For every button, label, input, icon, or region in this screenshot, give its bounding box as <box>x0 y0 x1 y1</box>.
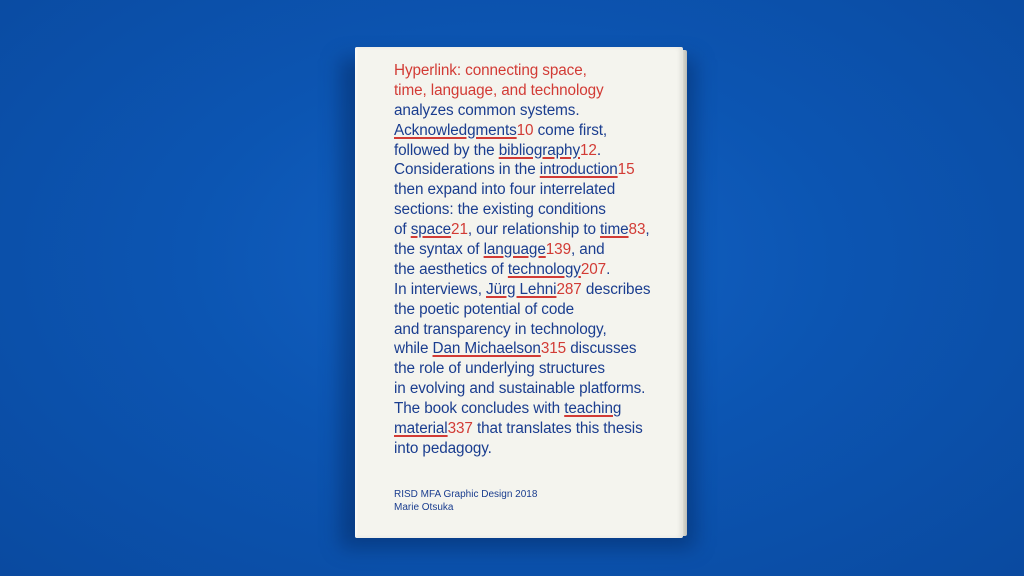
body-text: the syntax of <box>394 241 484 259</box>
lehni-page: 287 <box>556 280 582 298</box>
body-text: of <box>394 221 411 239</box>
body-text: , and <box>570 241 605 259</box>
body-text: followed by the <box>394 141 499 159</box>
material-page: 337 <box>447 420 473 438</box>
body-text: The book concludes with <box>394 400 565 418</box>
body-text: that translates this thesis <box>472 420 643 438</box>
body-text: In interviews, <box>394 280 487 298</box>
body-line-material: material337 that translates this thesis <box>394 419 679 439</box>
acknowledgments-link[interactable]: Acknowledgments <box>394 122 517 139</box>
body-line-13: the poetic potential of code <box>394 300 575 318</box>
acknowledgments-page: 10 <box>516 121 534 139</box>
body-text: while <box>394 340 433 358</box>
body-line-lehni: In interviews, Jürg Lehni287 describes <box>394 280 679 300</box>
body-line-technology: the aesthetics of technology207. <box>394 260 679 280</box>
space-link[interactable]: space <box>411 221 451 238</box>
introduction-link[interactable]: introduction <box>540 161 618 178</box>
body-line-16: the role of underlying structures <box>394 360 605 378</box>
body-text: the aesthetics of <box>394 260 508 278</box>
program-label: RISD MFA Graphic Design 2018 <box>394 489 538 500</box>
body-line-17: in evolving and sustainable platforms. <box>394 380 646 398</box>
body-text: Considerations in the <box>394 161 540 179</box>
lehni-link[interactable]: Jürg Lehni <box>486 281 557 298</box>
author-name: Marie Otsuka <box>394 502 454 513</box>
body-text: . <box>606 260 611 278</box>
body-text: , <box>645 221 650 239</box>
time-link[interactable]: time <box>600 221 629 238</box>
michaelson-page: 315 <box>540 340 567 358</box>
time-page: 83 <box>628 221 646 239</box>
cover-footer: RISD MFA Graphic Design 2018 Marie Otsuk… <box>394 488 537 514</box>
body-line-space-time: of space21, our relationship to time83, <box>394 220 679 240</box>
body-line-teaching: The book concludes with teaching <box>394 399 679 419</box>
bibliography-page: 12 <box>580 141 597 159</box>
introduction-page: 15 <box>617 161 635 179</box>
technology-link[interactable]: technology <box>508 261 581 278</box>
material-link[interactable]: material <box>394 420 448 437</box>
body-line-introduction: Considerations in the introduction15 <box>394 160 679 180</box>
body-line-bibliography: followed by the bibliography12. <box>394 141 679 161</box>
body-line-3: analyzes common systems. <box>394 101 580 119</box>
title-line-1: Hyperlink: connecting space, <box>394 62 587 79</box>
cover-text: Hyperlink: connecting space, time, langu… <box>394 61 679 459</box>
teaching-link[interactable]: teaching <box>564 400 621 417</box>
body-line-20: into pedagogy. <box>394 439 492 457</box>
body-line-14: and transparency in technology, <box>394 320 607 338</box>
body-text: discusses <box>566 340 637 358</box>
body-line-7: then expand into four interrelated <box>394 181 616 199</box>
body-line-8: sections: the existing conditions <box>394 201 606 219</box>
language-link[interactable]: language <box>484 241 546 258</box>
space-page: 21 <box>451 221 468 239</box>
body-text: , our relationship to <box>467 221 601 239</box>
language-page: 139 <box>545 241 571 259</box>
technology-page: 207 <box>580 260 607 278</box>
body-line-acknowledgments: Acknowledgments10 come first, <box>394 121 679 141</box>
title-line-2: time, language, and technology <box>394 81 604 99</box>
bibliography-link[interactable]: bibliography <box>499 142 580 159</box>
body-text: come first, <box>533 121 608 139</box>
body-line-language: the syntax of language139, and <box>394 240 679 260</box>
body-line-michaelson: while Dan Michaelson315 discusses <box>394 339 679 359</box>
body-text: describes <box>581 280 651 298</box>
michaelson-link[interactable]: Dan Michaelson <box>433 340 541 357</box>
book-page-edge <box>683 50 687 536</box>
body-text: . <box>596 141 601 159</box>
